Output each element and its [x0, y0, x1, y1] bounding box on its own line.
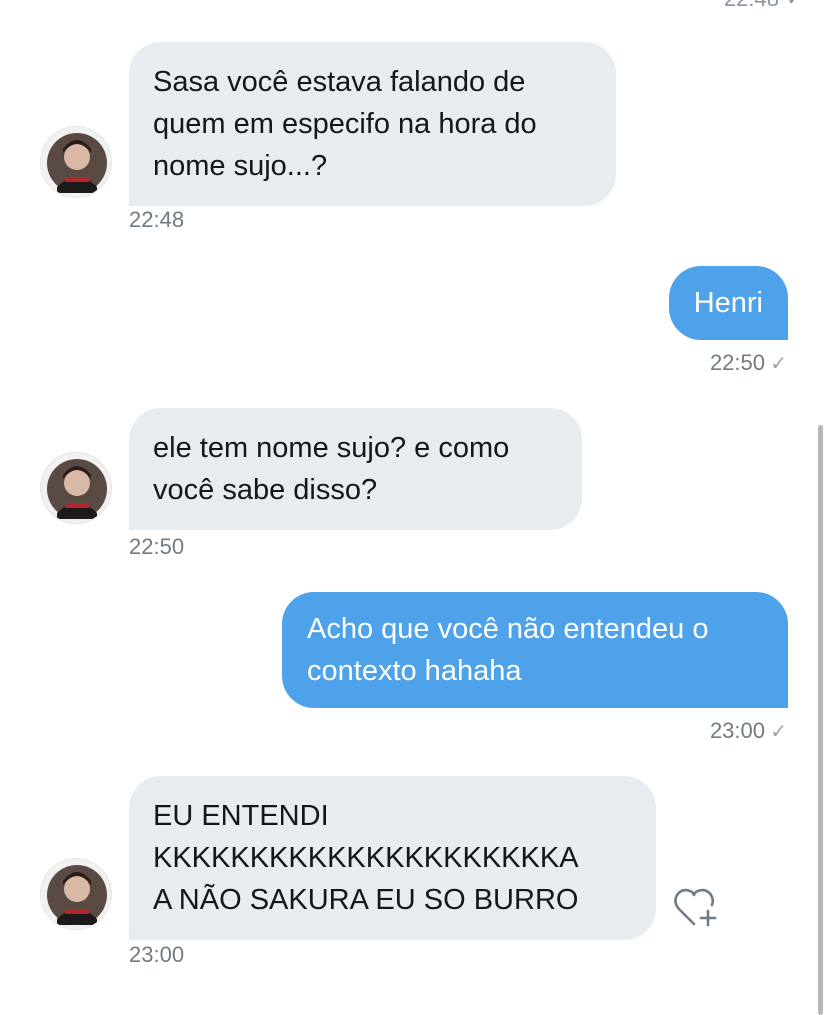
- scrollbar[interactable]: [818, 425, 823, 1015]
- check-icon: ✓: [786, 0, 803, 11]
- heart-add-icon[interactable]: [672, 886, 722, 930]
- avatar[interactable]: [40, 858, 112, 930]
- message-timestamp: 23:00: [709, 718, 765, 743]
- avatar[interactable]: [40, 126, 112, 198]
- message-timestamp: 22:48: [129, 207, 185, 232]
- check-icon: ✓: [770, 353, 787, 375]
- message-bubble-sent[interactable]: Henri: [668, 266, 788, 340]
- message-timestamp: 22:50: [129, 534, 185, 559]
- message-timestamp: 22:50: [709, 350, 765, 375]
- message-bubble-received[interactable]: ele tem nome sujo? e como você sabe diss…: [129, 408, 582, 530]
- avatar[interactable]: [40, 452, 112, 524]
- message-timestamp-partial: 22:48: [724, 0, 779, 12]
- message-timestamp: 23:00: [129, 942, 185, 967]
- message-bubble-received[interactable]: Sasa você estava falando de quem em espe…: [129, 42, 616, 206]
- message-bubble-sent[interactable]: Acho que você não entendeu o contexto ha…: [282, 592, 788, 708]
- check-icon: ✓: [770, 721, 787, 743]
- message-bubble-received[interactable]: EU ENTENDI KKKKKKKKKKKKKKKKKKKKKA A NÃO …: [129, 776, 656, 940]
